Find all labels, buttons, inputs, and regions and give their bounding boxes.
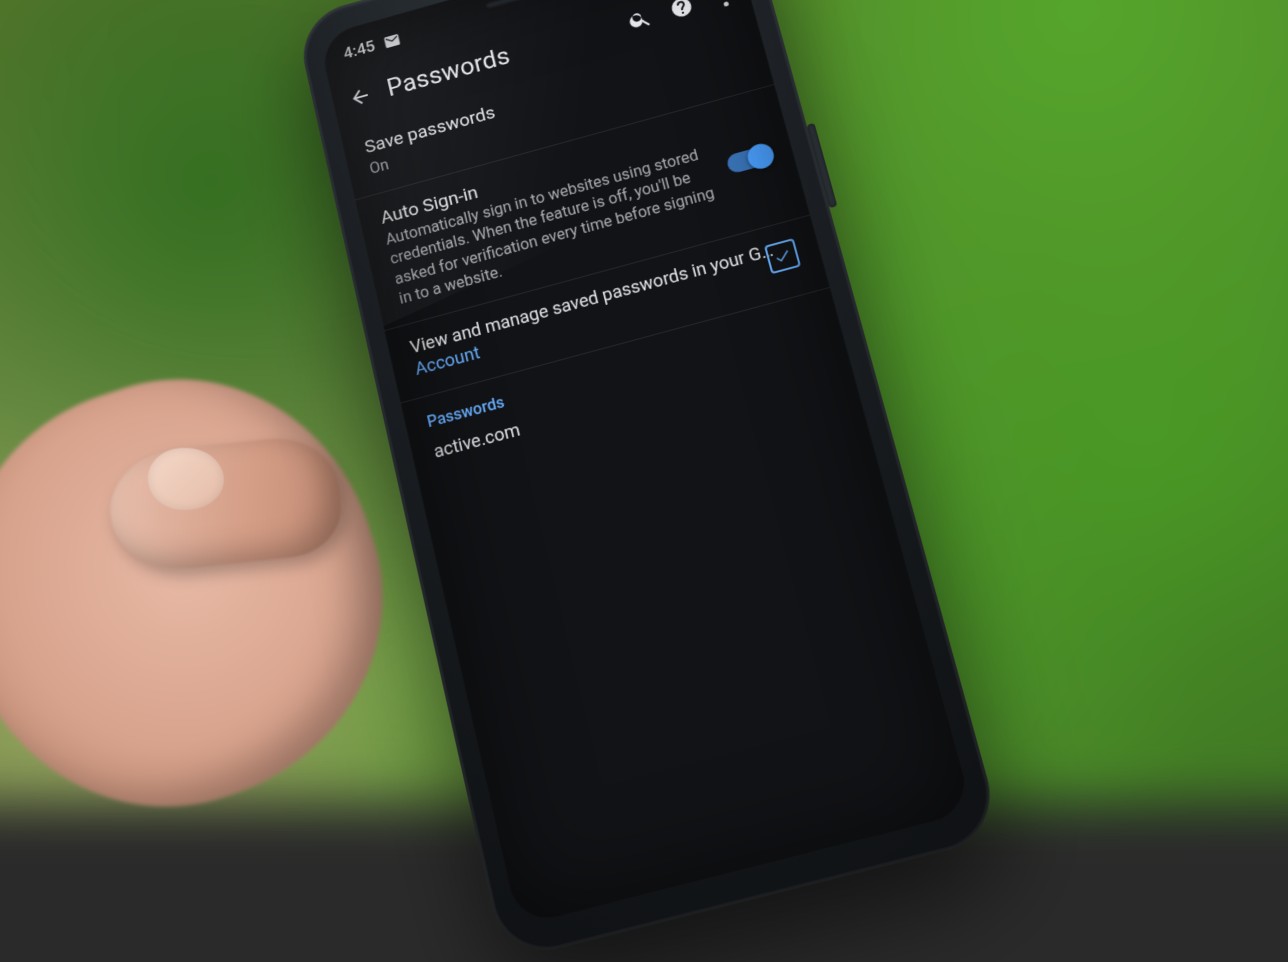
help-icon[interactable]	[667, 0, 695, 21]
thumbnail	[148, 448, 224, 510]
search-icon[interactable]	[626, 5, 654, 33]
auto-sign-in-toggle[interactable]	[725, 145, 773, 175]
status-time: 4:45	[342, 37, 377, 63]
back-button[interactable]	[343, 80, 377, 114]
mail-icon	[382, 31, 402, 52]
overflow-menu-icon[interactable]	[709, 0, 738, 10]
